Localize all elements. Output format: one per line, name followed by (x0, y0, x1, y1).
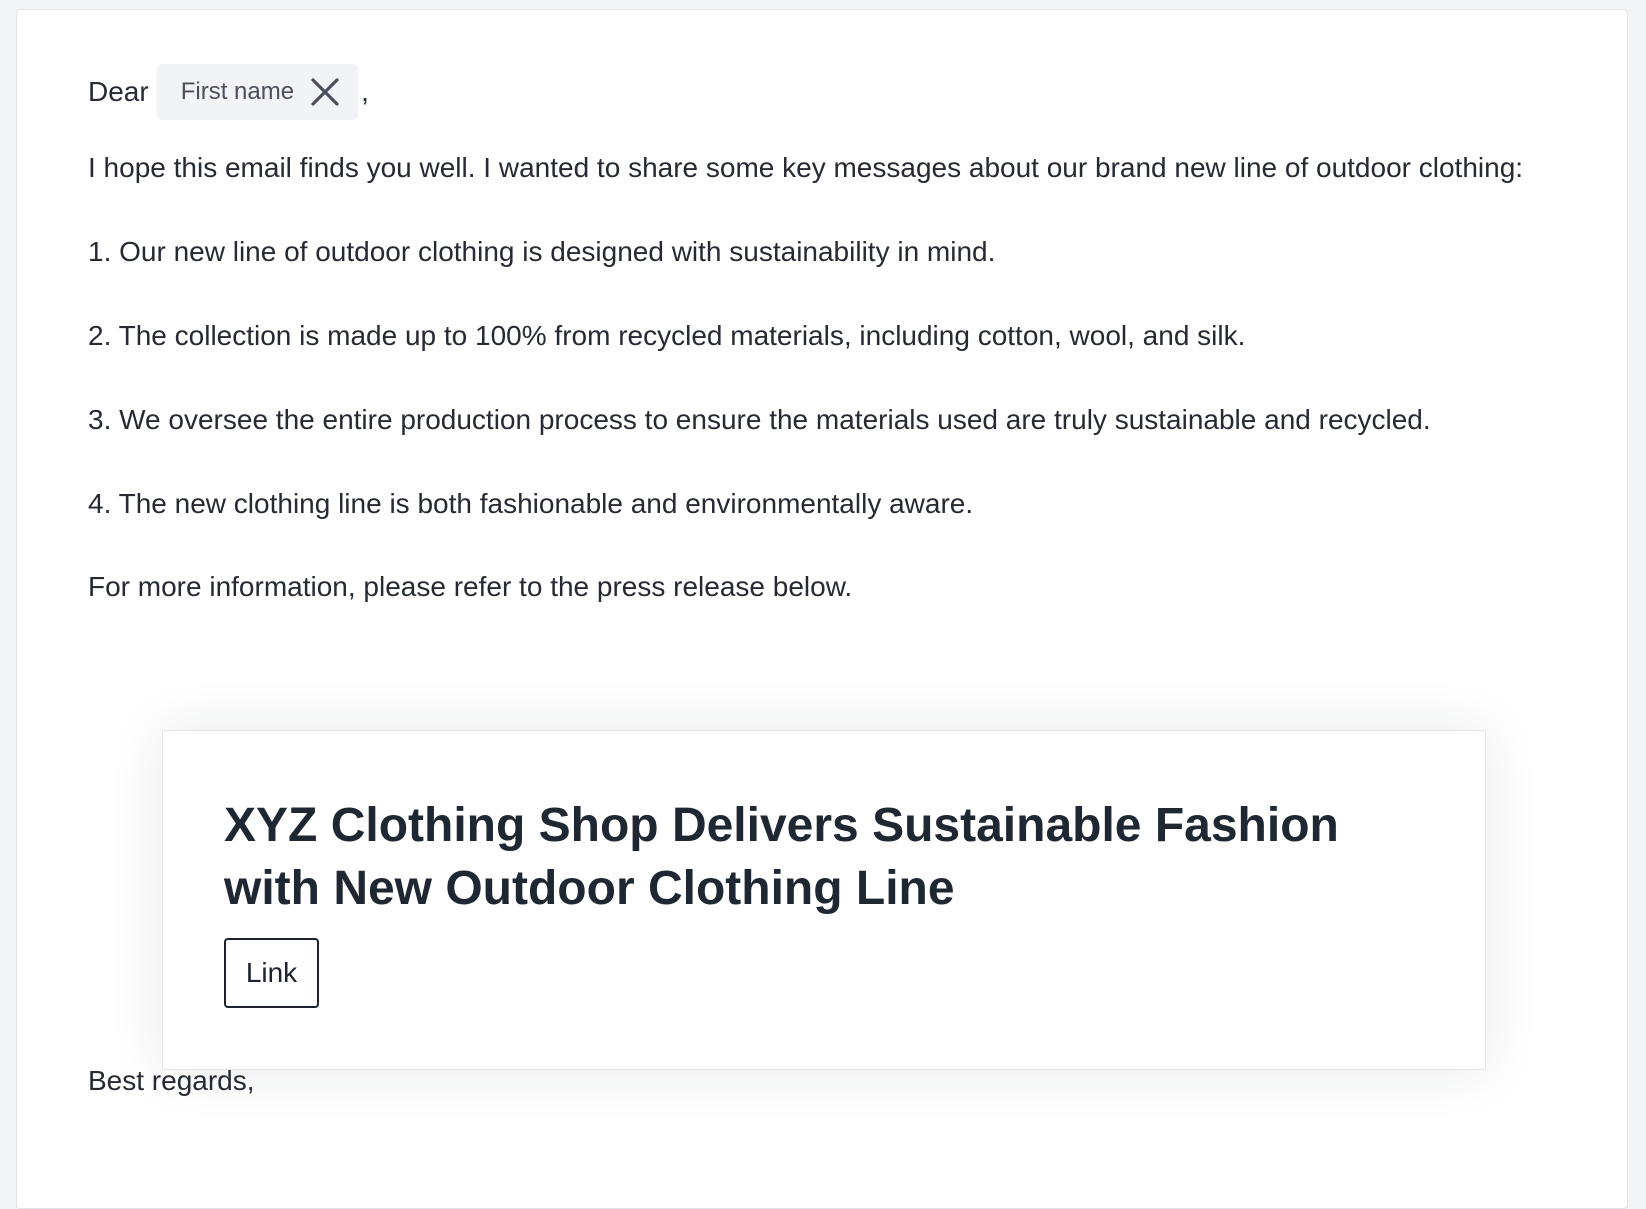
greeting-suffix: , (361, 76, 369, 107)
press-release-link-button[interactable]: Link (224, 938, 319, 1008)
key-point-1: 1. Our new line of outdoor clothing is d… (88, 236, 996, 267)
press-release-title: XYZ Clothing Shop Delivers Sustainable F… (224, 799, 1339, 915)
merge-tag-label: First name (180, 78, 295, 105)
intro-paragraph: I hope this email finds you well. I want… (88, 152, 1524, 183)
greeting-line: Dear First name , (88, 64, 369, 120)
press-release-card: XYZ Clothing Shop Delivers Sustainable F… (162, 730, 1486, 1070)
first-name-merge-tag[interactable]: First name (156, 64, 359, 120)
close-icon[interactable] (308, 75, 342, 109)
key-point-3: 3. We oversee the entire production proc… (88, 404, 1431, 435)
key-point-4: 4. The new clothing line is both fashion… (88, 488, 974, 519)
outro-paragraph: For more information, please refer to th… (88, 571, 853, 602)
greeting-prefix: Dear (88, 76, 149, 107)
signoff: Best regards, (88, 1065, 255, 1096)
key-point-2: 2. The collection is made up to 100% fro… (88, 320, 1246, 351)
email-editor[interactable]: Dear First name , I hope this email find… (16, 9, 1628, 1209)
